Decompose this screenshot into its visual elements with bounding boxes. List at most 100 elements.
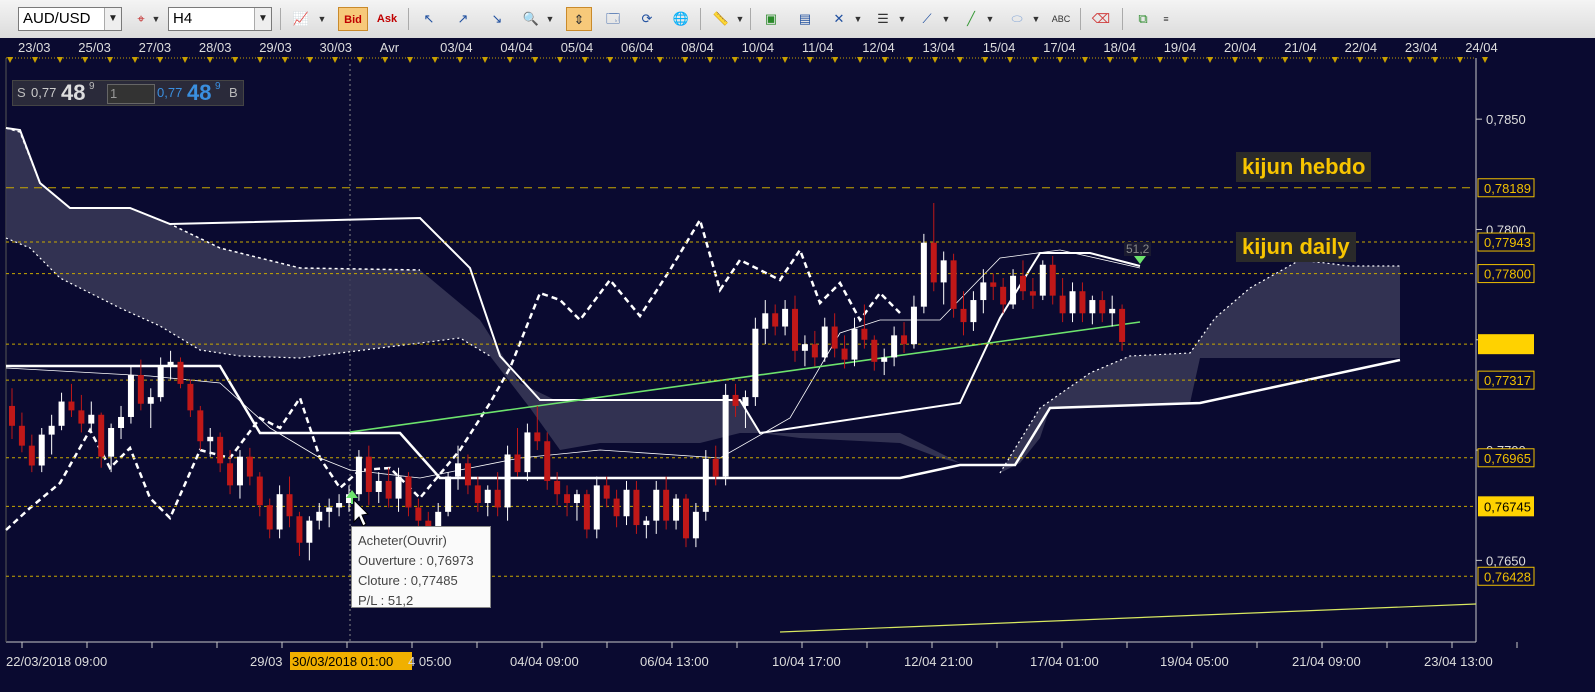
tooltip-action: Acheter(Ouvrir)	[358, 533, 447, 548]
chevron-down-icon[interactable]: ▼	[544, 7, 556, 31]
chevron-down-icon[interactable]: ▼	[1030, 7, 1042, 31]
globe-icon[interactable]: 🌐	[668, 7, 694, 31]
candle-body	[118, 416, 125, 429]
refresh-icon[interactable]: ⟳	[634, 7, 660, 31]
candle-body	[1079, 291, 1086, 314]
candle-body	[702, 458, 709, 512]
chevron-down-icon[interactable]: ▼	[254, 8, 271, 30]
candle-body	[831, 326, 838, 349]
buy-price-prefix[interactable]: 0,77	[157, 81, 182, 105]
cursor-time-label: 30/03/2018 01:00	[292, 654, 393, 669]
candle-body	[871, 339, 878, 362]
candle-body	[742, 397, 749, 406]
candle-body	[841, 348, 848, 360]
timeframe-select[interactable]: H4 ▼	[168, 7, 272, 31]
chevron-down-icon[interactable]: ▼	[984, 7, 996, 31]
top-axis-label: 03/04	[440, 40, 473, 55]
candle-body	[108, 428, 115, 457]
top-axis-label: 19/04	[1164, 40, 1197, 55]
timeframe-value: H4	[173, 10, 193, 27]
cursor-icon[interactable]: ↗	[450, 7, 476, 31]
toolbar-separator	[1122, 8, 1123, 30]
candle-body	[682, 498, 689, 539]
cursor-icon[interactable]: ↖	[416, 7, 442, 31]
chevron-down-icon[interactable]: ▼	[940, 7, 952, 31]
top-axis-label: 05/04	[561, 40, 594, 55]
candle-body	[68, 401, 75, 411]
candle-body	[752, 328, 759, 398]
candle-body	[990, 282, 997, 287]
candle-body	[375, 480, 382, 492]
pl-marker-label: 51,2	[1124, 242, 1152, 256]
cursor-icon[interactable]: ↘	[484, 7, 510, 31]
candle-body	[881, 357, 888, 362]
chevron-down-icon[interactable]: ▼	[852, 7, 864, 31]
candle-body	[256, 476, 263, 506]
trendline-icon[interactable]: ╱	[958, 7, 984, 31]
candle-body	[306, 520, 313, 543]
candle-body	[782, 308, 789, 327]
candle-body	[177, 361, 184, 384]
candle-body	[405, 476, 412, 508]
candle-body	[266, 505, 273, 530]
top-axis-label: 22/04	[1345, 40, 1378, 55]
candle-body	[474, 485, 481, 504]
candle-body	[137, 375, 144, 404]
candle-body	[246, 456, 253, 477]
ruler-icon[interactable]: 📏	[708, 7, 734, 31]
candle-body	[236, 456, 243, 486]
chart-canvas[interactable]: 23/03 25/03 27/03 28/03 29/03 30/03 Avr 03/04 04…	[0, 38, 1595, 692]
symbol-select[interactable]: AUD/USD ▼	[18, 7, 122, 31]
buy-label: B	[229, 85, 238, 100]
properties-icon[interactable]: 🗔	[600, 7, 626, 31]
sell-price-prefix[interactable]: 0,77	[31, 81, 56, 105]
price-axis-label: 0,7850	[1486, 112, 1526, 127]
chevron-down-icon[interactable]: ▼	[316, 7, 328, 31]
price-level-tag-label: 0,77317	[1484, 373, 1531, 388]
buy-price-big[interactable]: 48	[187, 81, 211, 105]
tooltip-open: Ouverture : 0,76973	[358, 553, 474, 568]
network-icon[interactable]: ⧉	[1130, 7, 1156, 31]
top-axis-label: 12/04	[862, 40, 895, 55]
candle-body	[910, 306, 917, 345]
lines-icon[interactable]: ☰	[870, 7, 896, 31]
zoom-icon[interactable]: 🔍	[518, 7, 544, 31]
template-icon[interactable]: ▤	[792, 7, 818, 31]
candle-body	[821, 326, 828, 358]
top-axis-band	[0, 38, 1580, 56]
image-icon[interactable]: ▣	[758, 7, 784, 31]
chart-icon[interactable]: 📈	[288, 7, 314, 31]
candle-body	[861, 328, 868, 340]
chevron-down-icon[interactable]: ▼	[150, 7, 162, 31]
text-icon[interactable]: ABC	[1048, 7, 1074, 31]
candle-body	[663, 489, 670, 521]
bottom-axis-label: 06/04 13:00	[640, 654, 709, 669]
eraser-icon[interactable]: ⌫	[1088, 7, 1114, 31]
indicator-icon[interactable]: ✕	[826, 7, 852, 31]
top-axis-label: Avr	[380, 40, 400, 55]
candle-body	[326, 507, 333, 512]
candle-body	[276, 494, 283, 530]
chevron-down-icon[interactable]: ▼	[104, 8, 121, 30]
chevron-down-icon[interactable]: ▼	[896, 7, 908, 31]
sell-price-big[interactable]: 48	[61, 81, 85, 105]
more-icon[interactable]: ≡	[1160, 7, 1172, 31]
ask-button[interactable]: Ask	[372, 7, 402, 31]
candle-body	[9, 405, 15, 426]
bottom-axis-label: 19/04 05:00	[1160, 654, 1229, 669]
candle-body	[504, 454, 511, 508]
candle-body	[930, 242, 937, 283]
period-separator-icon[interactable]: ⇕	[566, 7, 592, 31]
candle-body	[48, 425, 55, 435]
top-axis-label: 28/03	[199, 40, 232, 55]
candle-body	[920, 242, 927, 307]
bottom-axis-label: 17/04 01:00	[1030, 654, 1099, 669]
fibonacci-icon[interactable]: ⟋	[914, 7, 940, 31]
candle-body	[167, 361, 174, 367]
bid-button[interactable]: Bid	[338, 7, 368, 31]
lot-input[interactable]: 1	[107, 84, 155, 104]
candle-body	[514, 454, 521, 473]
ellipse-icon[interactable]: ⬭	[1004, 7, 1030, 31]
candle-body	[1029, 291, 1036, 296]
chevron-down-icon[interactable]: ▼	[734, 7, 746, 31]
